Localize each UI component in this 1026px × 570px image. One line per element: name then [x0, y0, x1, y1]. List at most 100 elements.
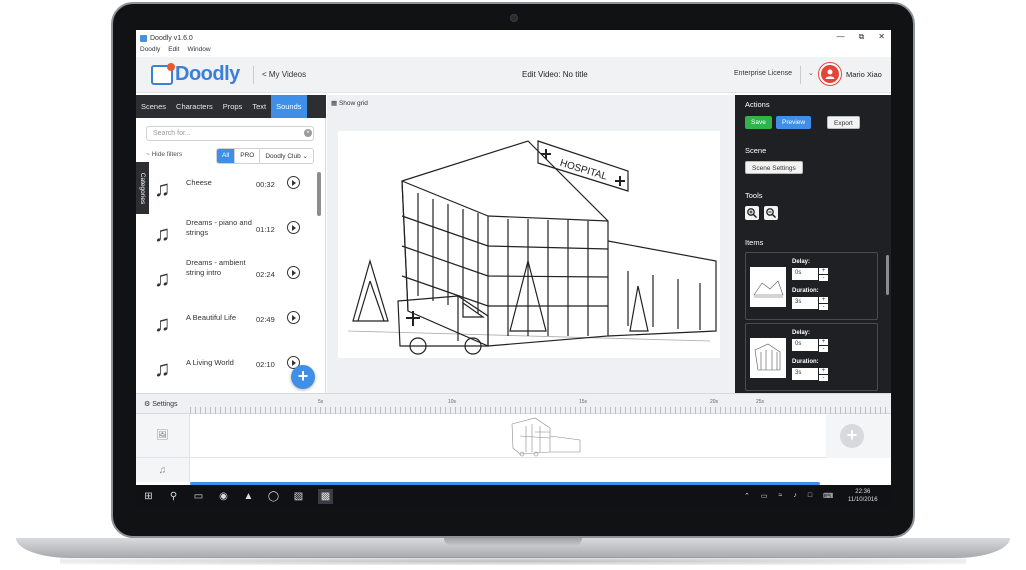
battery-icon[interactable]: ▭ — [761, 492, 768, 500]
hide-filters-link[interactable]: ~ Hide filters — [146, 151, 182, 158]
duration-increment[interactable]: + — [819, 368, 828, 374]
taskbar-clock[interactable]: 22:36 11/10/2016 — [848, 488, 878, 504]
duration-decrement[interactable]: - — [819, 304, 828, 310]
list-scrollbar[interactable] — [317, 172, 321, 216]
file-explorer-icon[interactable]: ▧ — [291, 489, 306, 504]
network-icon[interactable]: ≈ — [779, 492, 783, 500]
play-icon[interactable] — [287, 221, 300, 234]
scene-settings-button[interactable]: Scene Settings — [745, 161, 803, 174]
tab-props[interactable]: Props — [218, 95, 248, 118]
zoom-out-button[interactable] — [764, 206, 778, 220]
tab-scenes[interactable]: Scenes — [136, 95, 171, 118]
duration-decrement[interactable]: - — [819, 375, 828, 381]
duration-input[interactable]: 3s — [792, 368, 818, 380]
list-item[interactable]: ♫ A Beautiful Life 02:49 — [150, 301, 315, 346]
app-icon[interactable]: ▲ — [241, 489, 256, 504]
delay-decrement[interactable]: - — [819, 275, 828, 281]
window-titlebar: Doodly v1.6.0 — ⧉ ✕ — [136, 30, 891, 46]
sound-name: Dreams - ambient string intro — [186, 258, 246, 277]
duration-increment[interactable]: + — [819, 297, 828, 303]
item-card[interactable]: Delay: 0s + - Duration: 3s + - — [745, 252, 878, 320]
tools-label: Tools — [745, 191, 763, 200]
scene-clip[interactable] — [190, 414, 826, 457]
music-note-icon: ♫ — [136, 458, 190, 482]
delay-decrement[interactable]: - — [819, 346, 828, 352]
items-scrollbar[interactable] — [886, 255, 889, 295]
play-icon[interactable] — [287, 266, 300, 279]
menu-window[interactable]: Window — [187, 46, 210, 56]
zoom-in-button[interactable] — [745, 206, 759, 220]
duration-input[interactable]: 3s — [792, 297, 818, 309]
clear-search-icon[interactable]: × — [304, 129, 312, 137]
tab-sounds[interactable]: Sounds — [271, 95, 307, 118]
items-label: Items — [745, 238, 764, 247]
page-title: Edit Video: No title — [522, 70, 588, 79]
asset-tabs: Scenes Characters Props Text Sounds — [136, 95, 326, 118]
play-icon[interactable] — [287, 176, 300, 189]
timeline-ruler[interactable]: ⚙ Settings 5s 10s 15s 20s 25s — [136, 394, 891, 414]
header-divider — [253, 66, 254, 84]
menu-doodly[interactable]: Doodly — [140, 46, 160, 56]
task-view-icon[interactable]: ▭ — [191, 489, 206, 504]
avatar[interactable] — [819, 63, 841, 85]
add-scene-button[interactable]: + — [840, 424, 864, 448]
menu-edit[interactable]: Edit — [168, 46, 179, 56]
item-card[interactable]: Delay: 0s + - Duration: 3s + - — [745, 323, 878, 391]
tab-characters[interactable]: Characters — [171, 95, 218, 118]
app-icon[interactable]: ◉ — [216, 489, 231, 504]
search-input[interactable]: Search for... — [146, 126, 314, 141]
doodly-taskbar-icon[interactable]: ▩ — [318, 489, 333, 504]
scene-thumbnail-drawing — [753, 280, 784, 298]
filter-doodly-club[interactable]: Doodly Club ⌄ — [260, 149, 313, 163]
message-icon[interactable]: □ — [808, 492, 812, 500]
delay-label: Delay: — [792, 330, 811, 336]
list-item[interactable]: ♫ A Living World 02:10 — [150, 346, 315, 391]
app-header: Doodly < My Videos Edit Video: No title … — [136, 57, 891, 93]
categories-toggle[interactable]: Categories — [136, 162, 149, 214]
export-button[interactable]: Export — [827, 116, 860, 129]
my-videos-link[interactable]: < My Videos — [262, 70, 306, 79]
chevron-down-icon[interactable]: ⌄ — [808, 69, 814, 77]
app-icon — [140, 34, 147, 42]
minimize-button[interactable]: — — [837, 32, 845, 42]
list-item[interactable]: ♫ Dreams - ambient string intro 02:24 — [150, 256, 315, 301]
preview-button[interactable]: Preview — [776, 116, 812, 129]
filter-pro[interactable]: PRO — [235, 149, 261, 163]
zoom-in-icon — [747, 208, 758, 219]
list-item[interactable]: ♫ Cheese 00:32 — [150, 166, 315, 211]
maximize-button[interactable]: ⧉ — [859, 32, 865, 42]
clock-time: 22:36 — [855, 489, 871, 495]
add-scene-cell: + — [826, 414, 891, 458]
play-icon[interactable] — [287, 311, 300, 324]
show-grid-toggle[interactable]: ▦ Show grid — [331, 99, 368, 107]
filter-all[interactable]: All — [217, 149, 236, 163]
delay-input[interactable]: 0s — [792, 268, 818, 280]
scene-label: Scene — [745, 146, 767, 155]
tick-label: 15s — [579, 399, 588, 405]
laptop-mockup: Doodly v1.6.0 — ⧉ ✕ Doodly Edit Window D… — [0, 0, 1026, 570]
close-button[interactable]: ✕ — [878, 32, 885, 42]
add-sound-button[interactable]: + — [291, 365, 315, 389]
user-icon — [825, 69, 835, 79]
delay-label: Delay: — [792, 259, 811, 265]
delay-increment[interactable]: + — [819, 339, 828, 345]
chrome-icon[interactable]: ◯ — [266, 489, 281, 504]
show-grid-label: Show grid — [338, 100, 368, 107]
save-button[interactable]: Save — [745, 116, 772, 129]
delay-increment[interactable]: + — [819, 268, 828, 274]
chevron-up-icon[interactable]: ⌃ — [744, 492, 750, 500]
volume-icon[interactable]: ♪ — [793, 492, 797, 500]
windows-taskbar: ⊞ ⚲ ▭ ◉ ▲ ◯ ▧ ▩ ⌃ ▭ ≈ ♪ □ ⌨ 22:36 11/10/… — [136, 485, 891, 508]
windows-start-icon[interactable]: ⊞ — [141, 489, 156, 504]
timeline-settings[interactable]: ⚙ Settings — [144, 400, 178, 408]
scene-canvas[interactable]: HOSPITAL — [338, 131, 720, 358]
sounds-panel: Search for... × ~ Hide filters All PRO D… — [136, 118, 326, 393]
item-thumbnail — [750, 267, 786, 307]
delay-input[interactable]: 0s — [792, 339, 818, 351]
tab-text[interactable]: Text — [247, 95, 271, 118]
doodly-logo[interactable]: Doodly — [151, 62, 240, 86]
keyboard-icon[interactable]: ⌨ — [823, 492, 833, 500]
sound-name: A Living World — [186, 358, 234, 367]
search-icon[interactable]: ⚲ — [166, 489, 181, 504]
list-item[interactable]: ♫ Dreams - piano and strings 01:12 — [150, 211, 315, 256]
